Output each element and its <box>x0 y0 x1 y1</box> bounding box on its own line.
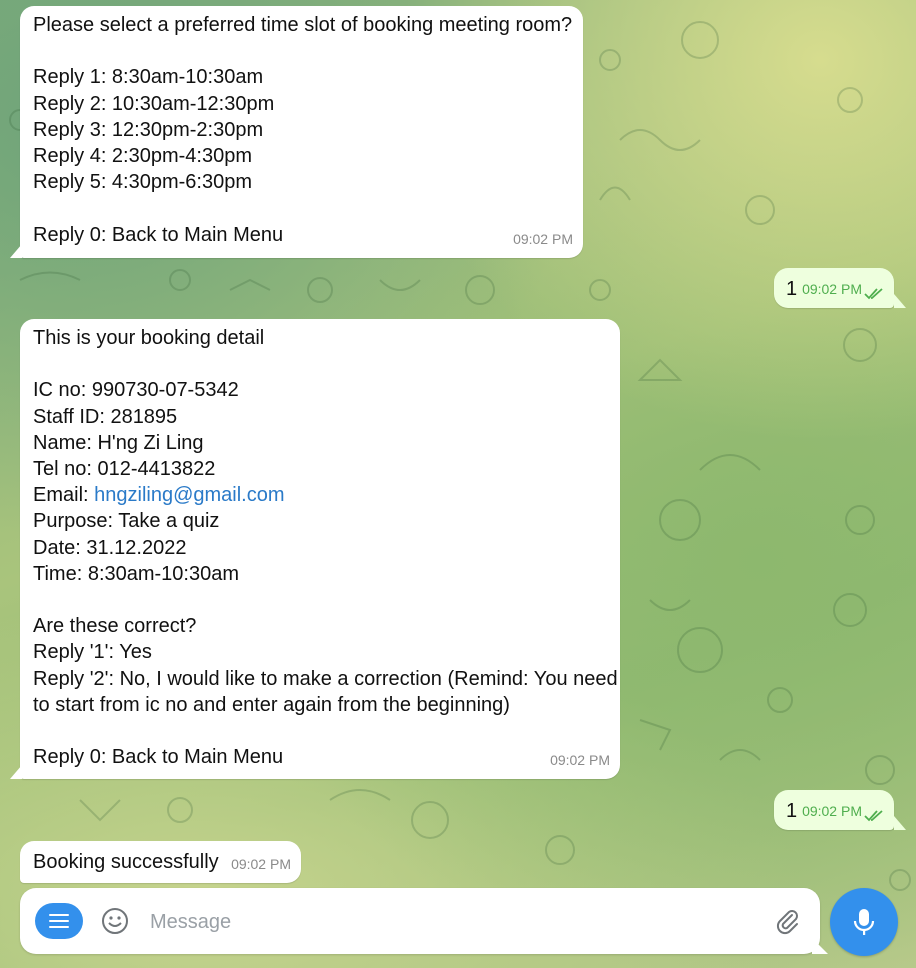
booking-staff-id: Staff ID: 281895 <box>33 405 178 428</box>
message-line: Reply 5: 4:30pm-6:30pm <box>33 171 253 194</box>
emoji-icon[interactable] <box>100 906 130 936</box>
message-text: 1 <box>786 278 798 300</box>
message-outgoing-reply: 1 09:02 PM <box>774 268 894 308</box>
message-time: 09:02 PM <box>802 280 862 297</box>
double-check-icon <box>864 810 883 822</box>
booking-name: Name: H'ng Zi Ling <box>33 431 204 454</box>
message-line: Reply 2: 10:30am-12:30pm <box>33 92 275 115</box>
message-time: 09:02 PM <box>231 855 291 872</box>
booking-question: Are these correct? <box>33 615 197 638</box>
paperclip-icon[interactable] <box>772 906 802 936</box>
message-time: 09:02 PM <box>802 802 862 819</box>
booking-purpose: Purpose: Take a quiz <box>33 510 220 533</box>
message-line: Reply 3: 12:30pm-2:30pm <box>33 118 264 141</box>
message-line <box>33 38 570 64</box>
booking-option-no: Reply '2': No, I would like to make a co… <box>33 667 618 690</box>
microphone-button[interactable] <box>830 888 898 956</box>
menu-button[interactable] <box>35 903 83 939</box>
message-line: Reply 4: 2:30pm-4:30pm <box>33 145 253 167</box>
message-line: Reply 1: 8:30am-10:30am <box>33 66 264 89</box>
message-text: Booking successfully <box>33 851 219 873</box>
message-booking-detail: This is your booking detail IC no: 99073… <box>20 319 620 779</box>
message-text: 1 <box>786 800 798 822</box>
booking-ic: IC no: 990730-07-5342 <box>33 379 239 402</box>
message-time: 09:02 PM <box>513 230 573 247</box>
email-link[interactable]: hngziling@gmail.com <box>94 484 284 506</box>
booking-option-no-cont: to start from ic no and enter again from… <box>33 693 510 716</box>
message-time: 09:02 PM <box>550 751 610 768</box>
chat-area: Please select a preferred time slot of b… <box>0 0 916 968</box>
message-input[interactable] <box>148 904 752 940</box>
booking-title: This is your booking detail <box>33 327 265 349</box>
message-booking-success: Booking successfully 09:02 PM <box>20 841 301 883</box>
menu-icon <box>49 914 69 928</box>
double-check-icon <box>864 288 883 300</box>
message-line <box>33 587 607 613</box>
booking-option-yes: Reply '1': Yes <box>33 641 152 664</box>
message-line <box>33 195 570 221</box>
booking-email-label: Email: <box>33 484 95 507</box>
message-line: Reply 0: Back to Main Menu <box>33 223 284 246</box>
message-line: Please select a preferred time slot of b… <box>33 14 573 36</box>
booking-email-row: Email: hngziling@gmail.com <box>33 482 607 508</box>
message-outgoing-reply: 1 09:02 PM <box>774 790 894 830</box>
message-composer <box>20 888 820 954</box>
message-line <box>33 351 607 377</box>
booking-tel: Tel no: 012-4413822 <box>33 458 216 480</box>
booking-time: Time: 8:30am-10:30am <box>33 562 240 585</box>
microphone-icon <box>853 909 875 935</box>
booking-back: Reply 0: Back to Main Menu <box>33 746 284 769</box>
booking-date: Date: 31.12.2022 <box>33 536 187 559</box>
message-timeslot-options: Please select a preferred time slot of b… <box>20 6 583 258</box>
message-line <box>33 718 607 744</box>
